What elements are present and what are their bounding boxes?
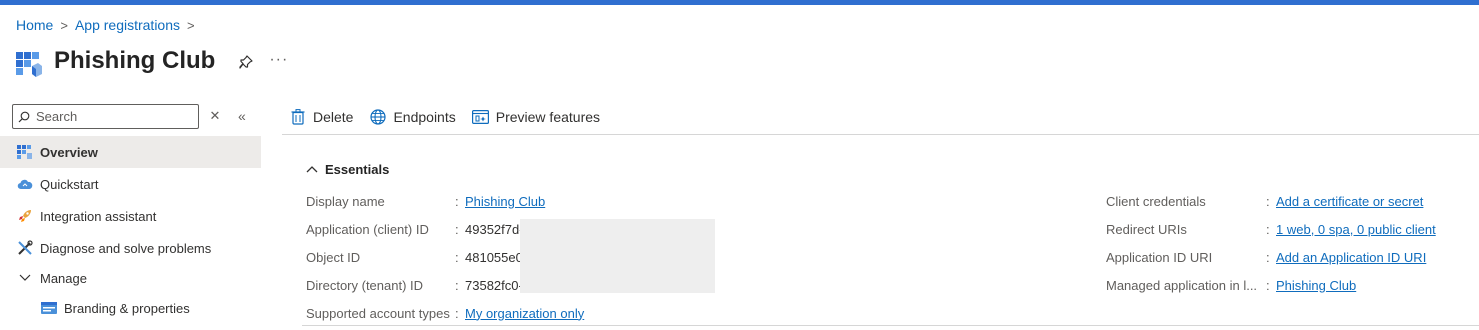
cloud-icon [16, 176, 33, 193]
nav-search-box[interactable] [12, 104, 199, 129]
overview-icon [16, 144, 33, 161]
chevron-up-icon [306, 163, 318, 175]
nav-item-label: Integration assistant [40, 208, 157, 224]
essentials-bottom-divider [302, 325, 1479, 326]
essentials-row-tenant-id: Directory (tenant) ID : 73582fc0- [306, 277, 523, 293]
search-input[interactable] [36, 109, 186, 124]
nav-item-quickstart[interactable]: Quickstart [0, 168, 261, 200]
breadcrumb: Home > App registrations > [16, 16, 202, 34]
command-bar: Delete Endpoints Preview features [289, 104, 616, 130]
tools-icon [16, 240, 33, 257]
essentials-row-managed-app: Managed application in l... : Phishing C… [1106, 277, 1357, 293]
account-types-link[interactable]: My organization only [465, 306, 584, 321]
tenant-id-value: 73582fc0- [465, 277, 523, 293]
field-label: Object ID [306, 249, 361, 265]
nav-item-label: Quickstart [40, 176, 99, 192]
app-registration-icon [16, 52, 42, 77]
redacted-area [520, 219, 715, 293]
field-label: Client credentials [1106, 193, 1206, 209]
nav-item-label: Diagnose and solve problems [40, 240, 212, 256]
preview-features-label: Preview features [495, 109, 601, 125]
preview-features-button[interactable]: Preview features [471, 109, 601, 126]
collapse-nav-icon[interactable]: « [238, 108, 252, 124]
app-id-uri-link[interactable]: Add an Application ID URI [1276, 250, 1426, 265]
globe-icon [369, 109, 386, 126]
trash-icon [289, 109, 306, 126]
essentials-row-client-id: Application (client) ID : 49352f7d- [306, 221, 524, 237]
chevron-down-icon [16, 270, 33, 287]
essentials-row-account-types: Supported account types : My organizatio… [306, 305, 585, 321]
preview-features-icon [471, 109, 489, 126]
essentials-header: Essentials [325, 161, 390, 177]
essentials-row-client-credentials: Client credentials : Add a certificate o… [1106, 193, 1424, 209]
page-header: Phishing Club ··· [16, 44, 288, 80]
object-id-value: 481055e0- [465, 249, 528, 265]
nav-item-label: Overview [40, 144, 98, 160]
breadcrumb-app-registrations[interactable]: App registrations [75, 17, 180, 33]
essentials-row-object-id: Object ID : 481055e0- [306, 249, 528, 265]
breadcrumb-separator-icon: > [187, 17, 195, 33]
field-label: Application (client) ID [306, 221, 429, 237]
left-nav: Overview Quickstart Integration assistan… [0, 136, 261, 324]
branding-icon [40, 300, 57, 317]
client-credentials-link[interactable]: Add a certificate or secret [1276, 194, 1423, 209]
field-label: Application ID URI [1106, 249, 1213, 265]
page-title: Phishing Club [54, 47, 216, 74]
client-id-value: 49352f7d- [465, 221, 524, 237]
field-label: Supported account types [306, 305, 450, 321]
nav-item-label: Branding & properties [64, 300, 190, 316]
nav-item-branding[interactable]: Branding & properties [0, 292, 261, 324]
top-accent-bar [0, 0, 1479, 5]
clear-search-icon[interactable]: ✕ [208, 109, 222, 123]
delete-label: Delete [313, 109, 354, 125]
field-label: Directory (tenant) ID [306, 277, 424, 293]
rocket-icon [16, 208, 33, 225]
endpoints-label: Endpoints [393, 109, 456, 125]
field-label: Redirect URIs [1106, 221, 1187, 237]
nav-item-overview[interactable]: Overview [0, 136, 261, 168]
delete-button[interactable]: Delete [289, 109, 353, 126]
search-icon [18, 111, 30, 122]
essentials-row-display-name: Display name : Phishing Club [306, 193, 546, 209]
nav-item-diagnose[interactable]: Diagnose and solve problems [0, 232, 261, 264]
breadcrumb-separator-icon: > [60, 17, 68, 33]
essentials-row-app-id-uri: Application ID URI : Add an Application … [1106, 249, 1427, 265]
breadcrumb-home[interactable]: Home [16, 17, 53, 33]
managed-app-link[interactable]: Phishing Club [1276, 278, 1356, 293]
field-label: Display name [306, 193, 385, 209]
nav-item-integration-assistant[interactable]: Integration assistant [0, 200, 261, 232]
nav-group-label: Manage [40, 270, 87, 286]
essentials-toggle[interactable]: Essentials [306, 160, 389, 178]
redirect-uris-link[interactable]: 1 web, 0 spa, 0 public client [1276, 222, 1436, 237]
command-bar-divider [282, 134, 1479, 135]
pin-icon[interactable] [237, 53, 255, 71]
field-label: Managed application in l... [1106, 277, 1258, 293]
endpoints-button[interactable]: Endpoints [369, 109, 456, 126]
essentials-row-redirect-uris: Redirect URIs : 1 web, 0 spa, 0 public c… [1106, 221, 1436, 237]
display-name-link[interactable]: Phishing Club [465, 194, 545, 209]
nav-group-manage[interactable]: Manage [0, 264, 261, 292]
more-options-icon[interactable]: ··· [269, 51, 288, 69]
